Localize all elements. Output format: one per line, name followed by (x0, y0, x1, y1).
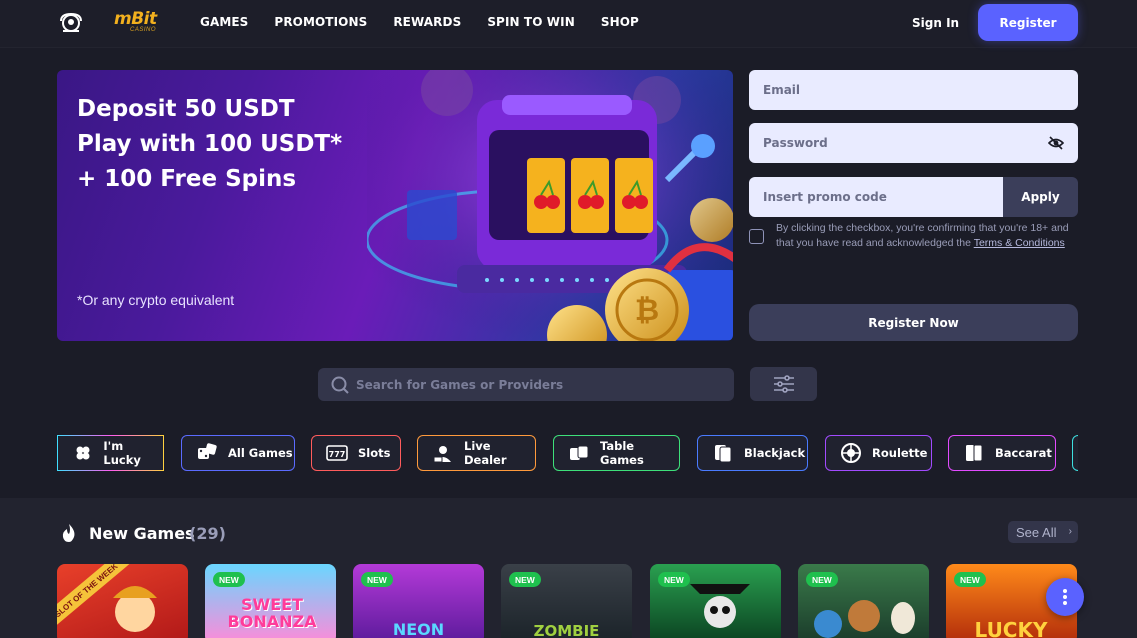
game-tile-skull[interactable]: NEW (650, 564, 781, 638)
more-options-button[interactable] (1046, 578, 1084, 616)
tile-title: LUCKY (974, 618, 1048, 638)
new-badge: NEW (509, 572, 541, 587)
nav-rewards[interactable]: REWARDS (393, 15, 461, 29)
category-label: Live Dealer (464, 439, 507, 467)
roulette-icon (840, 442, 862, 464)
password-field[interactable]: Password (749, 123, 1078, 163)
category-label: Table Games (600, 439, 644, 467)
support-agent-icon[interactable] (58, 11, 84, 35)
terms-text: By clicking the checkbox, you're confirm… (776, 221, 1076, 251)
character-illustration (113, 586, 157, 632)
category-more[interactable] (1072, 435, 1078, 471)
tile-title: ZOMBIE (533, 622, 600, 638)
game-tile-sweet-bonanza[interactable]: NEW SWEET BONANZA (205, 564, 336, 638)
tile-title: NEON (392, 620, 445, 638)
game-tile-animals[interactable]: NEW (798, 564, 929, 638)
nav-spin-to-win[interactable]: SPIN TO WIN (487, 15, 575, 29)
chevron-right-icon: › (1068, 526, 1072, 537)
promo-code-field[interactable]: Insert promo code (749, 177, 1003, 217)
cards-icon (712, 442, 734, 464)
new-badge: NEW (954, 572, 986, 587)
new-badge: NEW (213, 572, 245, 587)
banner-headline: Deposit 50 USDT Play with 100 USDT* + 10… (77, 92, 377, 197)
email-field[interactable]: Email (749, 70, 1078, 110)
baccarat-icon (963, 442, 985, 464)
banner-footnote: *Or any crypto equivalent (77, 292, 235, 308)
sliders-icon (773, 375, 794, 393)
svg-text:777: 777 (329, 450, 346, 459)
register-button[interactable]: Register (978, 4, 1078, 41)
section-title: New Games (89, 524, 195, 543)
search-input[interactable]: Search for Games or Providers (318, 368, 734, 401)
category-blackjack[interactable]: Blackjack (697, 435, 808, 471)
category-roulette[interactable]: Roulette (825, 435, 932, 471)
game-tile-zombie[interactable]: NEW ZOMBIE (501, 564, 632, 638)
nav-promotions[interactable]: PROMOTIONS (274, 15, 367, 29)
category-all-games[interactable]: All Games (181, 435, 295, 471)
promo-placeholder: Insert promo code (763, 190, 887, 204)
category-label: Roulette (872, 446, 928, 460)
top-header: mBit CASINO GAMES PROMOTIONS REWARDS SPI… (0, 0, 1137, 48)
nav-shop[interactable]: SHOP (601, 15, 639, 29)
apply-promo-button[interactable]: Apply (1003, 177, 1078, 217)
svg-text:₿: ₿ (635, 293, 659, 328)
mbit-logo[interactable]: mBit CASINO (114, 9, 170, 37)
search-placeholder: Search for Games or Providers (356, 377, 564, 392)
category-label: All Games (228, 446, 293, 460)
search-icon (331, 376, 349, 394)
table-games-icon (568, 442, 590, 464)
category-label: Slots (358, 446, 391, 460)
category-im-lucky[interactable]: I'm Lucky (57, 435, 164, 471)
logo-text: mBit (114, 9, 157, 29)
password-placeholder: Password (763, 136, 828, 150)
banner-line-3: + 100 Free Spins (77, 166, 297, 192)
promo-banner[interactable]: ₿ Deposit 50 USDT Play with 100 USDT* + … (57, 70, 733, 341)
new-badge: NEW (361, 572, 393, 587)
category-table-games[interactable]: Table Games (553, 435, 680, 471)
game-tile-slot-of-week[interactable]: SLOT OF THE WEEK (57, 564, 188, 638)
live-icon (432, 442, 454, 464)
slot-machine-illustration: ₿ (367, 70, 733, 341)
game-tile-neon[interactable]: NEW NEON (353, 564, 484, 638)
filter-button[interactable] (750, 367, 817, 401)
category-bar: I'm Lucky All Games 777 Slots Live Deale… (57, 435, 1078, 471)
sign-in-link[interactable]: Sign In (912, 16, 959, 30)
category-slots[interactable]: 777 Slots (311, 435, 401, 471)
animals-illustration (814, 600, 915, 638)
vertical-dots-icon (1063, 589, 1067, 605)
tile-title: SWEET BONANZA (227, 595, 317, 631)
category-baccarat[interactable]: Baccarat (948, 435, 1056, 471)
see-all-button[interactable]: See All › (1008, 521, 1078, 543)
fire-icon (62, 524, 75, 542)
email-placeholder: Email (763, 83, 801, 97)
category-label: Blackjack (744, 446, 806, 460)
see-all-label: See All (1016, 524, 1057, 540)
slot-777-icon: 777 (326, 442, 348, 464)
category-live-dealer[interactable]: Live Dealer (417, 435, 536, 471)
nav-games[interactable]: GAMES (200, 15, 248, 29)
main-nav: GAMES PROMOTIONS REWARDS SPIN TO WIN SHO… (200, 15, 665, 29)
banner-line-2: Play with 100 USDT* (77, 131, 343, 157)
eye-off-icon[interactable] (1048, 136, 1064, 150)
section-count: (29) (189, 524, 226, 543)
register-now-button[interactable]: Register Now (749, 304, 1078, 341)
logo-subtext: CASINO (130, 27, 157, 33)
skull-illustration (690, 584, 750, 628)
category-label: I'm Lucky (103, 439, 141, 467)
clover-icon (72, 442, 93, 464)
category-label: Baccarat (995, 446, 1052, 460)
terms-checkbox[interactable] (749, 229, 764, 244)
dice-icon (196, 442, 218, 464)
banner-line-1: Deposit 50 USDT (77, 96, 295, 122)
terms-link[interactable]: Terms & Conditions (974, 237, 1065, 249)
